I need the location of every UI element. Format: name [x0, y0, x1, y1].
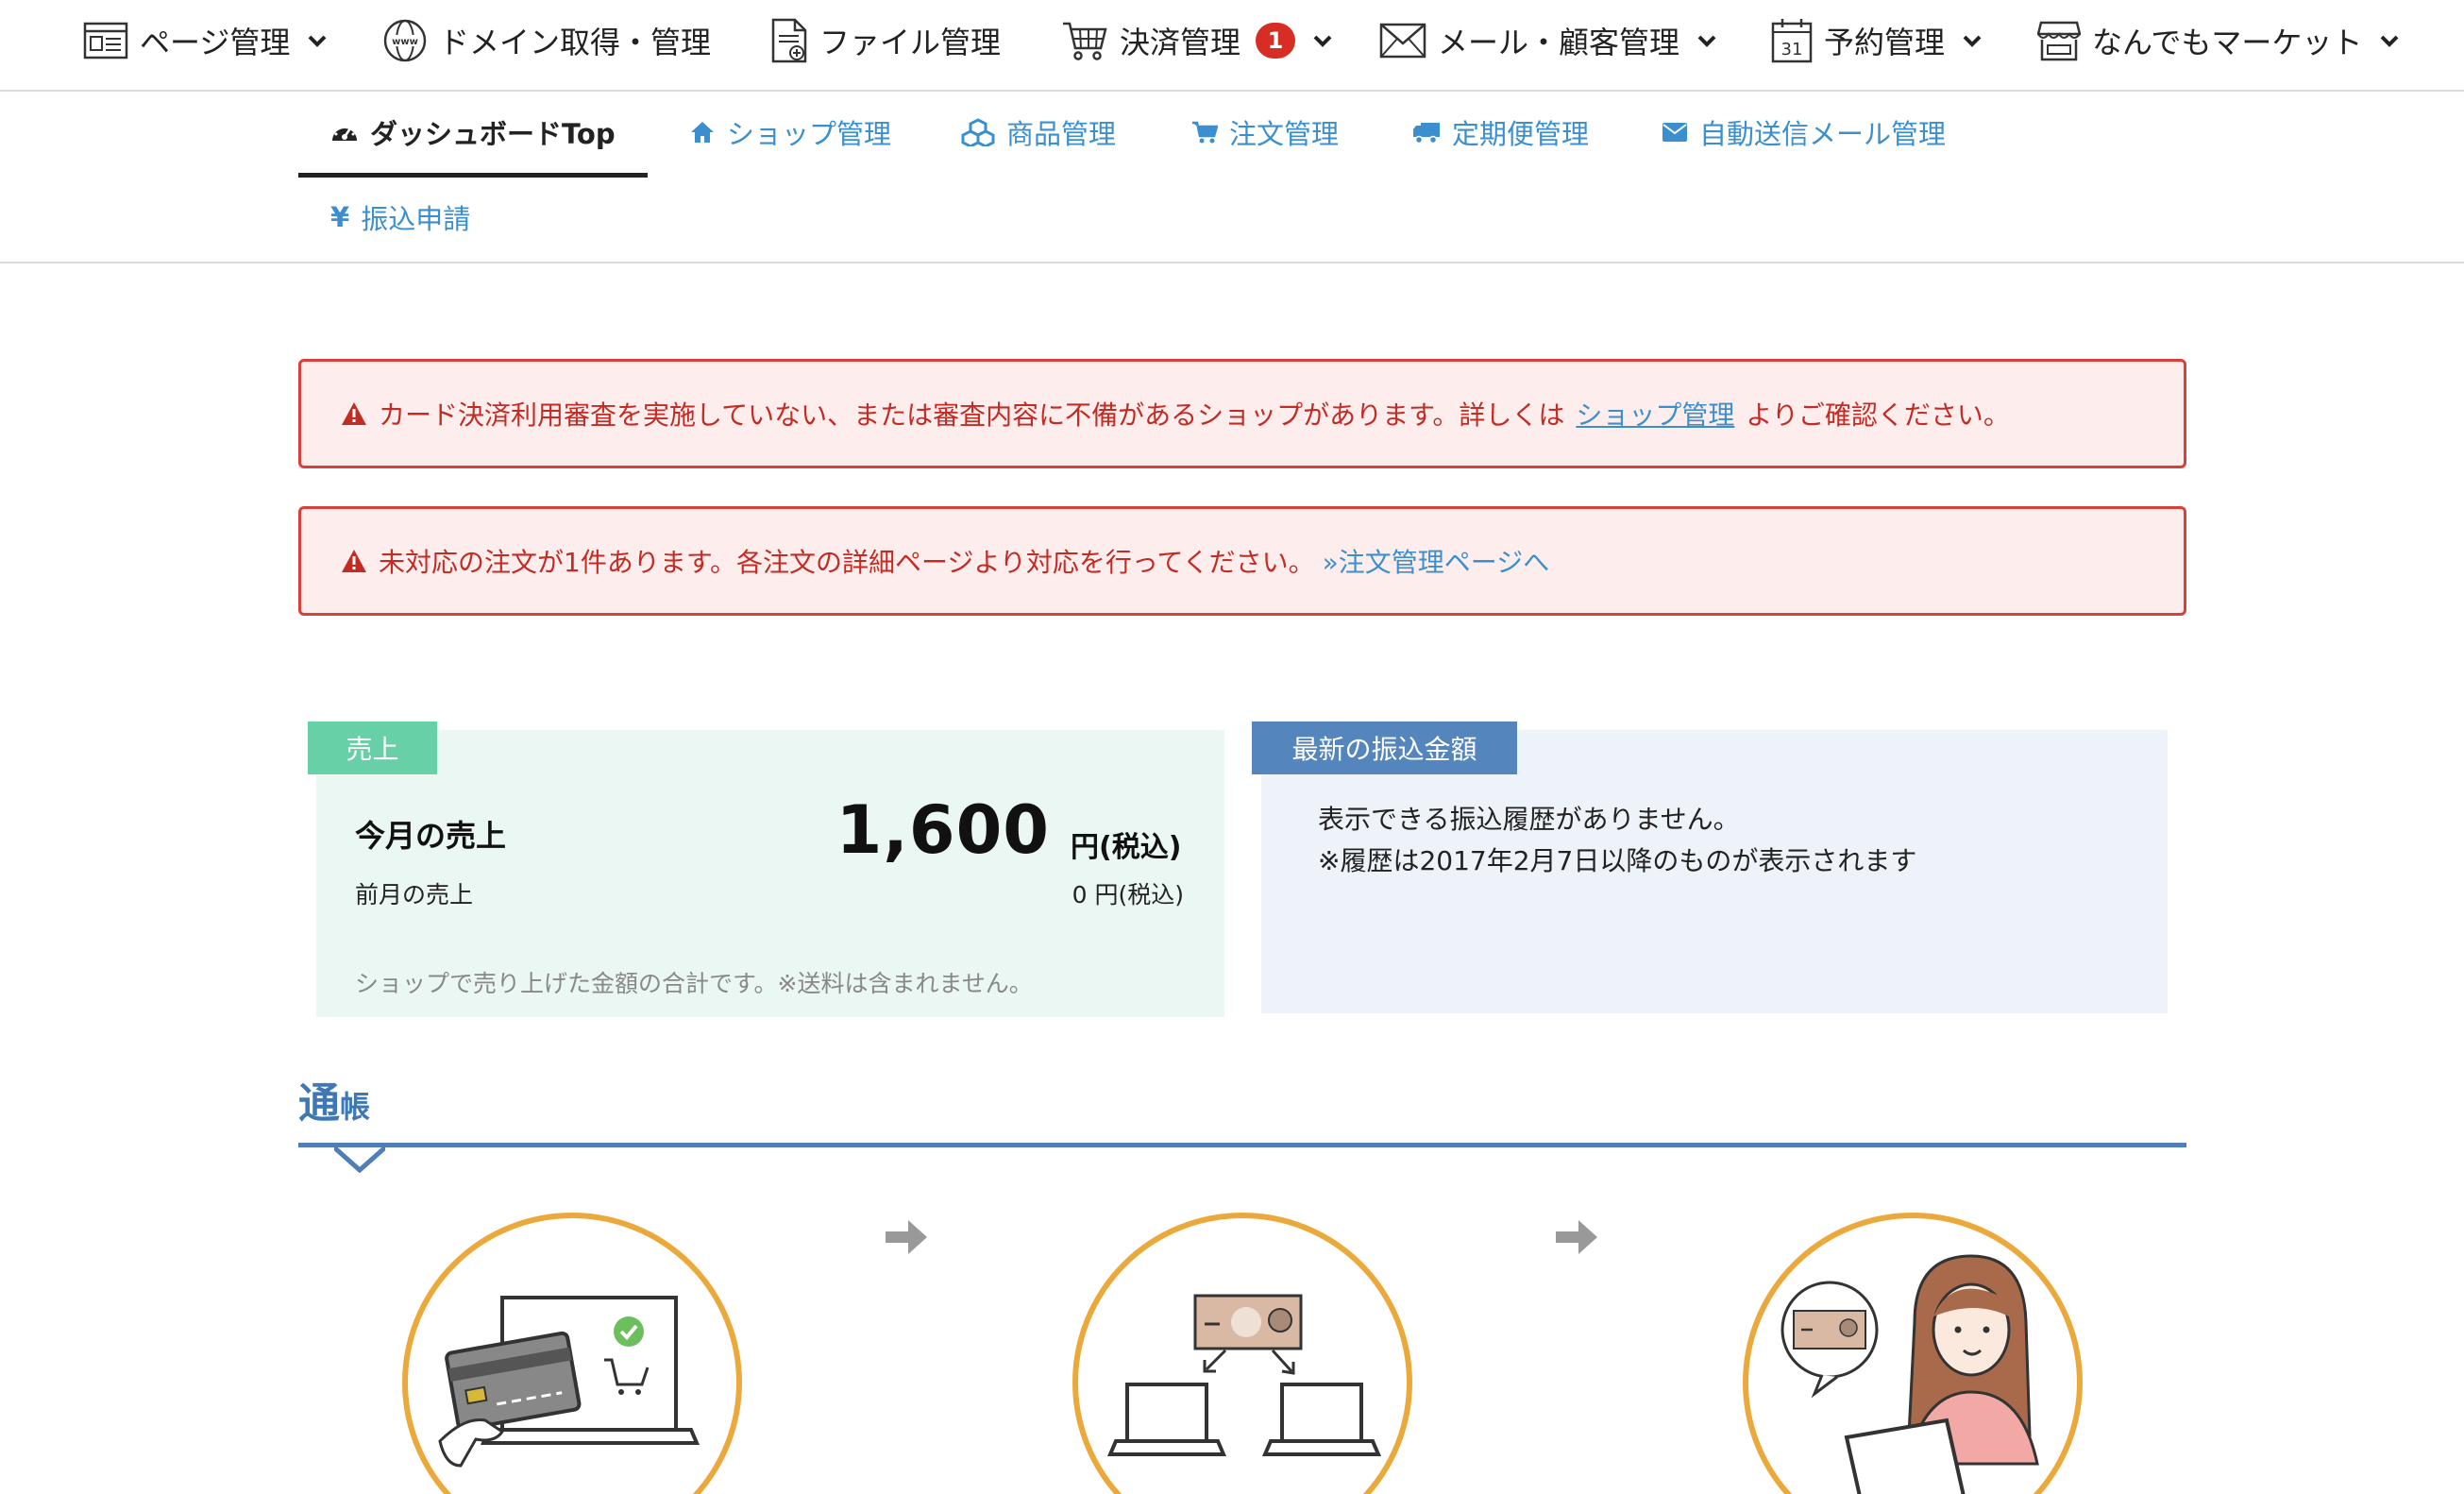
top-nav-label: 決済管理	[1120, 25, 1241, 60]
tab-label: 注文管理	[1229, 118, 1340, 150]
this-month-sales-label: 今月の売上	[355, 818, 507, 854]
this-month-sales-value: 1,600	[835, 791, 1050, 869]
top-nav-file-management[interactable]: ファイル管理	[770, 0, 1001, 81]
tab-order-management[interactable]: 注文管理	[1191, 92, 1339, 173]
passbook-heading: 通帳	[298, 1069, 370, 1129]
tab-label: 自動送信メール管理	[1699, 118, 1947, 150]
arrow-right-icon	[886, 1220, 927, 1254]
chevron-down-icon	[2380, 35, 2399, 47]
last-month-sales-value: 0 円(税込)	[1072, 881, 1184, 908]
this-month-sales-unit: 円(税込)	[1071, 831, 1182, 864]
shop-icon	[2037, 21, 2081, 61]
chevron-down-icon	[1313, 35, 1332, 47]
top-nav-label: ページ管理	[140, 25, 291, 60]
sub-nav: ダッシュボードTop ショップ管理 商品管理 注文管理 定期便管理 自動送信メー…	[0, 92, 2464, 263]
notification-badge: 1	[1256, 23, 1296, 59]
order-management-link[interactable]: »注文管理ページへ	[1323, 542, 1550, 580]
alert-text: カード決済利用審査を実施していない、または審査内容に不備があるショップがあります…	[379, 399, 1565, 431]
passbook-heading-small: 帳	[340, 1089, 371, 1125]
transfer-empty-message: 表示できる振込履歴がありません。	[1318, 804, 1740, 835]
tab-transfer-request[interactable]: ¥ 振込申請	[330, 177, 470, 258]
arrow-right-icon	[1556, 1220, 1597, 1254]
calendar-day-text: 31	[1781, 40, 1803, 59]
sales-note: ショップで売り上げた金額の合計です。※送料は含まれません。	[355, 970, 1033, 997]
file-icon	[771, 18, 807, 63]
top-nav-domain[interactable]: www ドメイン取得・管理	[382, 0, 711, 81]
top-nav-payment[interactable]: 決済管理 1	[1061, 0, 1333, 81]
top-nav-label: 予約管理	[1824, 25, 1946, 60]
chevron-down-icon	[1697, 35, 1716, 47]
tab-shop-management[interactable]: ショップ管理	[689, 92, 891, 173]
home-icon	[691, 122, 714, 143]
warning-icon	[342, 550, 366, 572]
passbook-divider	[298, 1143, 2186, 1147]
alert-text: よりご確認ください。	[1746, 399, 2010, 431]
tab-label: ショップ管理	[727, 118, 892, 150]
tab-subscription-management[interactable]: 定期便管理	[1412, 92, 1589, 173]
top-nav-label: なんでもマーケット	[2092, 25, 2363, 60]
top-nav-label: メール・顧客管理	[1438, 25, 1680, 60]
truck-icon	[1413, 123, 1440, 144]
top-nav-label: ドメイン取得・管理	[439, 25, 712, 60]
chevron-down-icon	[308, 35, 327, 47]
transfer-history-note: ※履歴は2017年2月7日以降のものが表示されます	[1318, 845, 1917, 876]
step-transfer-illustration	[1072, 1213, 1412, 1494]
tab-product-management[interactable]: 商品管理	[961, 92, 1116, 173]
top-nav-page-management[interactable]: ページ管理	[83, 0, 328, 81]
globe-www-icon: www	[383, 19, 427, 62]
passbook-heading-big: 通	[298, 1079, 340, 1128]
tab-label: 商品管理	[1006, 118, 1117, 150]
alert-card-review: カード決済利用審査を実施していない、または審査内容に不備があるショップがあります…	[298, 359, 2186, 468]
top-nav-market[interactable]: なんでもマーケット	[2037, 0, 2400, 81]
last-month-sales-label: 前月の売上	[355, 881, 474, 908]
tab-label: ダッシュボードTop	[370, 118, 616, 150]
page-icon	[83, 22, 128, 59]
tab-auto-mail-management[interactable]: 自動送信メール管理	[1662, 92, 1946, 173]
shop-management-link[interactable]: ショップ管理	[1576, 395, 1734, 433]
calendar-icon: 31	[1771, 19, 1813, 63]
chevron-down-icon	[1963, 35, 1982, 47]
alert-text: 未対応の注文が1件あります。各注文の詳細ページより対応を行ってください。	[379, 547, 1315, 578]
sales-tag: 売上	[308, 722, 437, 774]
dashboard-icon	[332, 124, 357, 141]
top-nav-mail-customer[interactable]: メール・顧客管理	[1379, 0, 1717, 81]
yen-icon: ¥	[330, 201, 350, 233]
top-nav-reservation[interactable]: 31 予約管理	[1771, 0, 1983, 81]
mail-icon	[1379, 23, 1426, 59]
envelope-icon	[1662, 123, 1687, 142]
step-card-payment-illustration	[402, 1213, 742, 1494]
cart-icon	[1063, 22, 1107, 60]
transfer-tag: 最新の振込金額	[1252, 722, 1517, 774]
tab-label: 定期便管理	[1452, 118, 1590, 150]
warning-icon	[342, 402, 366, 425]
card-payment-illustration	[438, 1296, 700, 1468]
top-nav-label: ファイル管理	[819, 25, 1002, 60]
cart-icon	[1192, 121, 1218, 144]
cubes-icon	[961, 118, 995, 146]
alert-pending-order: 未対応の注文が1件あります。各注文の詳細ページより対応を行ってください。 »注文…	[298, 506, 2186, 616]
person-with-laptop-illustration	[1780, 1254, 2039, 1494]
divider-notch	[334, 1146, 385, 1173]
tab-label: 振込申請	[361, 203, 471, 235]
svg-text:www: www	[392, 37, 418, 47]
money-transfer-illustration	[1106, 1294, 1382, 1456]
tab-dashboard-top[interactable]: ダッシュボードTop	[298, 92, 648, 178]
step-receive-illustration	[1743, 1213, 2083, 1494]
top-nav: ページ管理 www ドメイン取得・管理 ファイル管理 決済管理 1 メール・顧客…	[0, 0, 2464, 92]
